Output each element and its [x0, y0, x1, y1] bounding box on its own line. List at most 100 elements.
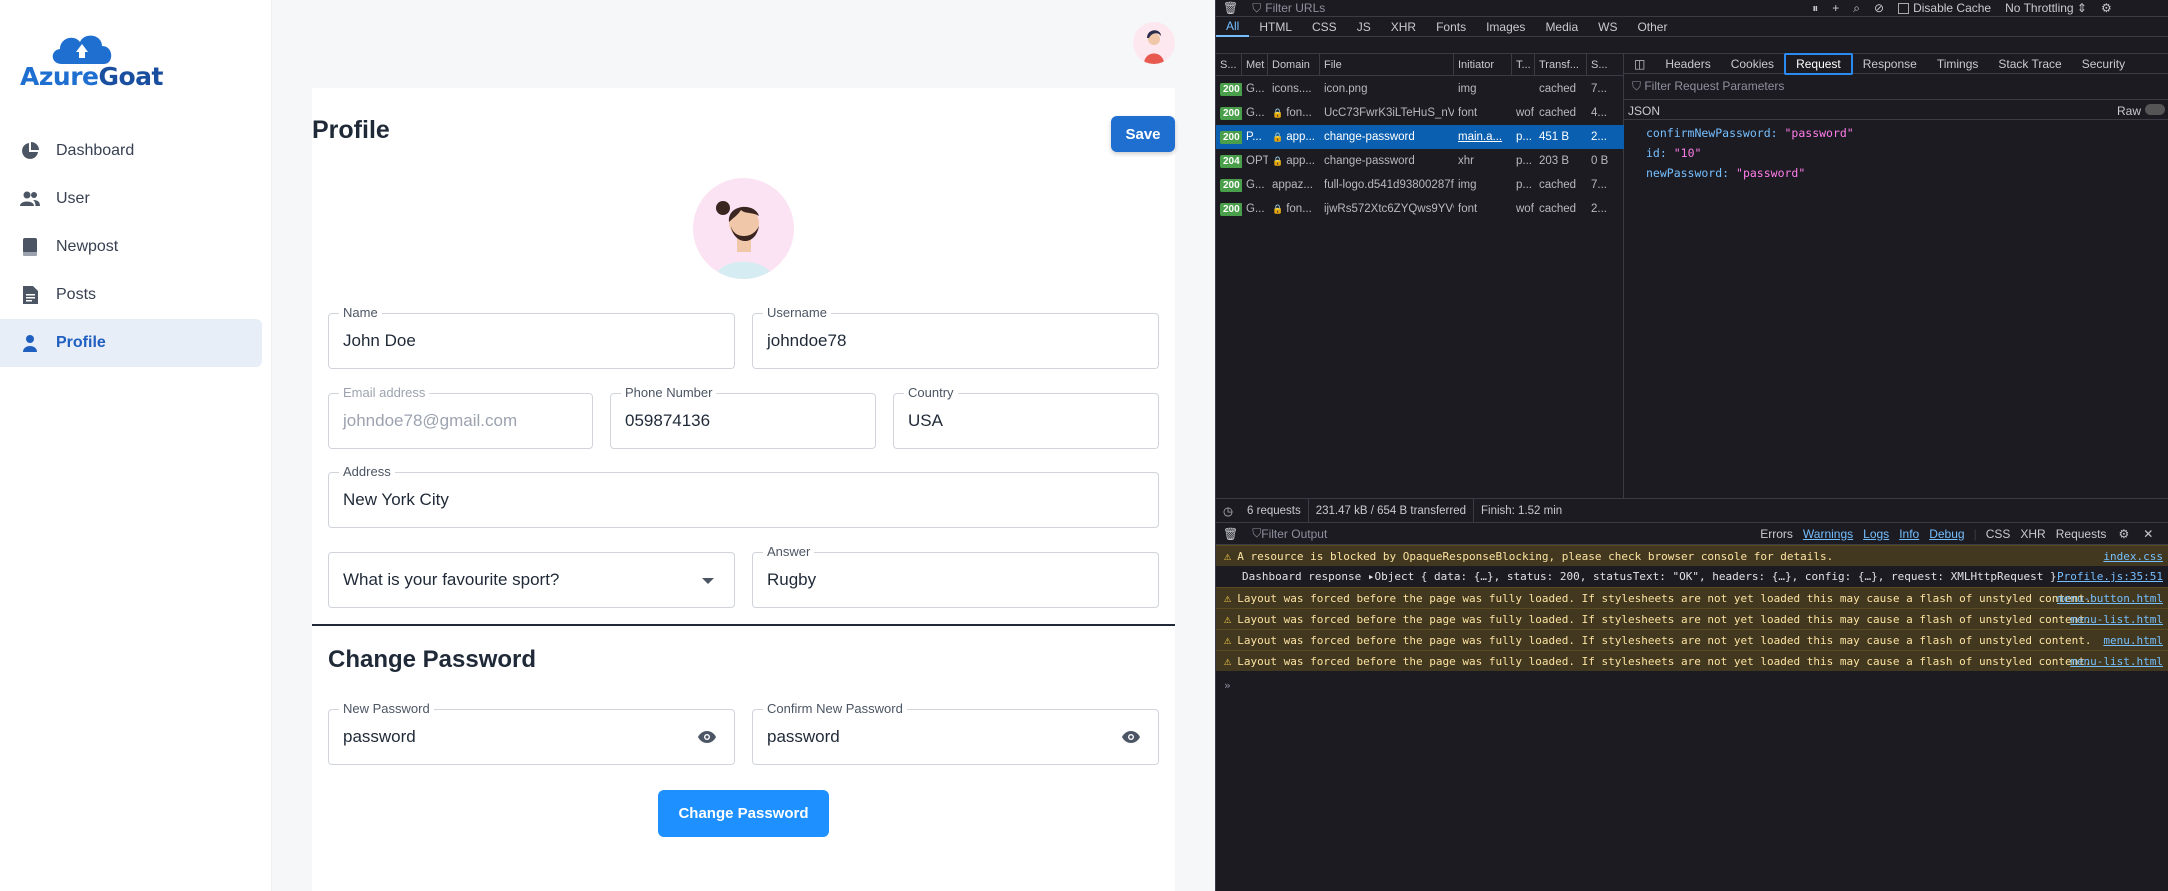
security-question-select[interactable]: What is your favourite sport? [328, 552, 735, 608]
payload-value: "10" [1673, 146, 1702, 160]
type-tab-js[interactable]: JS [1347, 17, 1381, 37]
column-header[interactable]: S... [1216, 54, 1242, 75]
filter-params-input[interactable]: ⛉ Filter Request Parameters [1632, 79, 1784, 94]
username-field[interactable]: Username johndoe78 [752, 305, 1159, 369]
gear-icon[interactable]: ⚙ [2094, 0, 2119, 16]
sidebar-item-user[interactable]: User [0, 175, 262, 223]
filter-output-input[interactable]: ⛉ Filter Output [1245, 523, 1755, 544]
profile-avatar[interactable] [693, 178, 794, 279]
console-filter-requests[interactable]: Requests [2051, 527, 2112, 541]
console-filter-warnings[interactable]: Warnings [1798, 527, 1858, 541]
phone-field[interactable]: Phone Number 059874136 [610, 385, 876, 449]
column-header[interactable]: S... [1587, 54, 1624, 75]
sidebar-item-label: Dashboard [56, 142, 135, 159]
request-size-text: 4... [1591, 107, 1607, 119]
request-row[interactable]: 200 G... appaz... full-logo.d541d93800287f i… [1216, 173, 1624, 197]
change-password-button[interactable]: Change Password [658, 790, 829, 837]
tab-security[interactable]: Security [2072, 53, 2135, 75]
request-method: G... [1242, 173, 1268, 197]
console-filter-xhr[interactable]: XHR [2015, 527, 2050, 541]
request-type-text: p... [1516, 131, 1532, 143]
search-icon[interactable]: ⌕ [1846, 0, 1867, 16]
tab-response[interactable]: Response [1853, 53, 1927, 75]
raw-toggle[interactable] [2145, 104, 2165, 115]
detail-tabs: ◫ Headers Cookies Request Response Timings Sta… [1624, 52, 2168, 75]
column-header[interactable]: File [1320, 54, 1454, 75]
type-tab-other[interactable]: Other [1627, 17, 1677, 37]
eye-icon[interactable] [698, 730, 716, 744]
name-field[interactable]: Name John Doe [328, 305, 735, 369]
type-tab-html[interactable]: HTML [1249, 17, 1302, 37]
console-filter-logs[interactable]: Logs [1858, 527, 1894, 541]
request-row[interactable]: 200 G... 🔒 fon... UcC73FwrK3iLTeHuS_nVM font w… [1216, 101, 1624, 125]
lock-icon: 🔒 [1272, 107, 1284, 118]
console-filter-info[interactable]: Info [1894, 527, 1924, 541]
type-tab-css[interactable]: CSS [1302, 17, 1347, 37]
eye-icon[interactable] [1122, 730, 1140, 744]
request-initiator-text: font [1458, 107, 1478, 119]
column-header[interactable]: Initiator [1454, 54, 1512, 75]
console-source-link[interactable]: menu-list.html [2070, 655, 2163, 668]
column-header[interactable]: T... [1512, 54, 1535, 75]
sidebar-item-dashboard[interactable]: Dashboard [0, 127, 262, 175]
save-button[interactable]: Save [1111, 116, 1175, 152]
tab-timings[interactable]: Timings [1927, 53, 1989, 75]
column-header[interactable]: Met [1242, 54, 1268, 75]
country-field[interactable]: Country USA [893, 385, 1159, 449]
console-source-link[interactable]: Profile.js:35:51 [2057, 570, 2163, 583]
request-size: 7... [1587, 77, 1624, 101]
request-domain: 🔒 fon... [1268, 197, 1320, 221]
console-text: Layout was forced before the page was fu… [1237, 633, 2092, 647]
tab-headers[interactable]: Headers [1655, 53, 1720, 75]
answer-field[interactable]: Answer Rugby [752, 544, 1159, 608]
type-tab-xhr[interactable]: XHR [1381, 17, 1426, 37]
type-tab-media[interactable]: Media [1535, 17, 1588, 37]
console-filter-debug[interactable]: Debug [1924, 527, 1969, 541]
tab-request[interactable]: Request [1784, 52, 1853, 75]
request-row[interactable]: 200 G... icons.... icon.png img cached 7... [1216, 77, 1624, 101]
payload-value: "password" [1736, 166, 1806, 180]
request-transfer: cached [1535, 197, 1587, 221]
pause-icon[interactable]: ⏸ [1805, 0, 1825, 16]
gear-icon[interactable]: ⚙ [2111, 523, 2136, 544]
trash-icon[interactable]: 🗑 [1216, 523, 1245, 544]
azuregoat-logo[interactable]: AzureGoat [20, 30, 180, 91]
type-tab-fonts[interactable]: Fonts [1426, 17, 1476, 37]
console-source-link[interactable]: menu.html [2103, 634, 2163, 647]
console-source-link[interactable]: menu-list.html [2070, 613, 2163, 626]
request-method-text: OPT [1246, 155, 1268, 167]
sidebar-item-newpost[interactable]: Newpost [0, 223, 262, 271]
tab-cookies[interactable]: Cookies [1721, 53, 1784, 75]
disable-cache-checkbox[interactable]: Disable Cache [1891, 0, 1998, 16]
request-type-text: p... [1516, 155, 1532, 167]
type-tab-all[interactable]: All [1216, 17, 1250, 37]
user-avatar[interactable] [1133, 22, 1175, 64]
console-source-link[interactable]: menu-button.html [2057, 592, 2163, 605]
confirm-password-field[interactable]: Confirm New Password password [752, 701, 1159, 765]
throttling-select[interactable]: No Throttling ⇕ [1998, 0, 2094, 16]
close-icon[interactable]: ✕ [2136, 523, 2160, 544]
block-icon[interactable]: ⊘ [1867, 0, 1891, 16]
tab-stack-trace[interactable]: Stack Trace [1988, 53, 2071, 75]
trash-icon[interactable]: 🗑 [1216, 0, 1245, 16]
console-filter-errors[interactable]: Errors [1755, 527, 1798, 541]
filter-urls-input[interactable]: ⛉ Filter URLs [1245, 0, 1805, 16]
address-field[interactable]: Address New York City [328, 464, 1159, 528]
plus-icon[interactable]: + [1825, 0, 1846, 16]
type-tab-ws[interactable]: WS [1588, 17, 1627, 37]
sidebar-item-posts[interactable]: Posts [0, 271, 262, 319]
request-row[interactable]: 200 P... 🔒 app... change-password main.a... p.… [1216, 125, 1624, 149]
console-source-link[interactable]: index.css [2103, 550, 2163, 563]
type-tab-images[interactable]: Images [1476, 17, 1535, 37]
sidebar-toggle-icon[interactable]: ◫ [1624, 53, 1655, 75]
request-row[interactable]: 204 OPT 🔒 app... change-password xhr p... 203 B… [1216, 149, 1624, 173]
new-password-field[interactable]: New Password password [328, 701, 735, 765]
console-filter-css[interactable]: CSS [1981, 527, 2016, 541]
request-row[interactable]: 200 G... 🔒 fon... ijwRs572Xtc6ZYQws9YVwr font… [1216, 197, 1624, 221]
console-prompt[interactable]: » [1216, 675, 2168, 696]
request-initiator: font [1454, 197, 1512, 221]
column-header[interactable]: Domain [1268, 54, 1320, 75]
sidebar-item-profile[interactable]: Profile [0, 319, 262, 367]
request-file-text: icon.png [1324, 83, 1368, 95]
column-header[interactable]: Transf... [1535, 54, 1587, 75]
